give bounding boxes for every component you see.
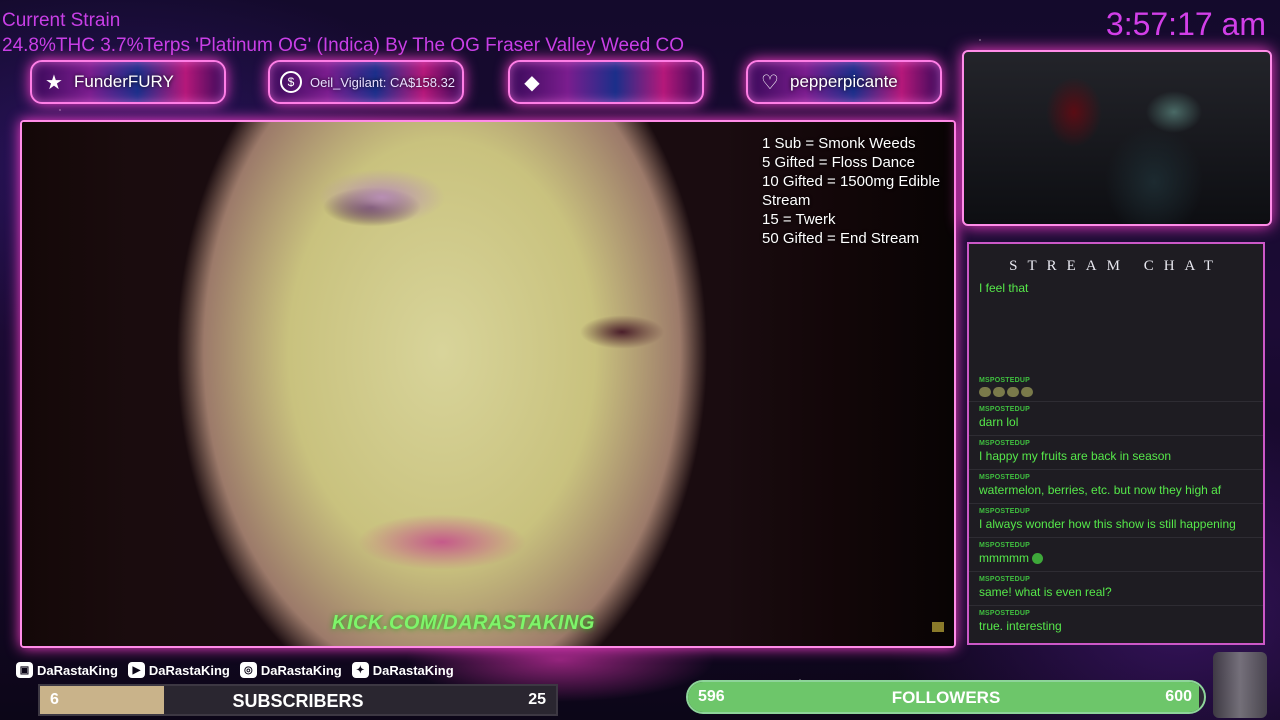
social-handle: DaRastaKing (148, 662, 230, 678)
social-handle: DaRastaKing (37, 662, 118, 678)
chat-message-text: true. interesting (979, 619, 1062, 633)
chat-message: MSPOSTEDUP I always wonder how this show… (969, 504, 1263, 538)
chat-message-text: watermelon, berries, etc. but now they h… (979, 483, 1222, 497)
emote-icon (979, 387, 991, 397)
social-instagram[interactable]: ◎ DaRastaKing (239, 662, 342, 678)
follower-goal-bar: 596 FOLLOWERS 600 (686, 680, 1206, 714)
chat-message: MSPOSTEDUP darn lol (969, 402, 1263, 436)
chat-messages: MSPOSTEDUP MSPOSTEDUP darn lol MSPOSTEDU… (969, 373, 1263, 639)
goal-item: 5 Gifted = Floss Dance (762, 154, 915, 171)
chat-message-body: mmmmm (979, 551, 1029, 565)
diamond-icon: ◆ (524, 71, 540, 94)
chat-username: MSPOSTEDUP (979, 508, 1031, 515)
star-icon: ★ (45, 71, 63, 94)
emote-icon (1021, 387, 1033, 397)
chat-message: MSPOSTEDUP true. interesting (969, 606, 1263, 639)
subscriber-goal-bar: 6 SUBSCRIBERS 25 (38, 684, 558, 716)
video-logo-icon (932, 622, 944, 632)
chat-message-text: same! what is even real? (979, 585, 1112, 599)
clock: 3:57:17 am (1105, 6, 1266, 42)
chat-message-text: I happy my fruits are back in season (979, 449, 1172, 463)
goal-item: Stream (762, 192, 811, 209)
chat-message: MSPOSTEDUP mmmmm (969, 538, 1263, 572)
latest-subscriber-alert: ♡ pepperpicante (746, 60, 942, 104)
emote-icon (1032, 553, 1044, 565)
heart-icon: ♡ (761, 71, 779, 94)
sub-goals-list: 1 Sub = Smonk Weeds 5 Gifted = Floss Dan… (762, 134, 940, 248)
chat-message: MSPOSTEDUP watermelon, berries, etc. but… (969, 470, 1263, 504)
latest-bits-alert: ◆ (508, 60, 704, 104)
subscriber-label: SUBSCRIBERS (232, 691, 364, 711)
chat-message-text: I feel that (979, 281, 1029, 295)
social-handle: DaRastaKing (260, 662, 342, 678)
chat-username: MSPOSTEDUP (979, 576, 1031, 583)
social-youtube[interactable]: ▶ DaRastaKing (127, 662, 230, 678)
goal-item: 15 = Twerk (762, 211, 836, 228)
strain-description: 24.8%THC 3.7%Terps 'Platinum OG' (Indica… (2, 35, 684, 56)
chat-username: MSPOSTEDUP (979, 610, 1031, 617)
follower-label: FOLLOWERS (891, 688, 1001, 707)
chat-message: MSPOSTEDUP same! what is even real? (969, 572, 1263, 606)
goal-item: 50 Gifted = End Stream (762, 230, 920, 247)
social-twitter[interactable]: ✦ DaRastaKing (351, 662, 454, 678)
subscriber-target: 25 (528, 691, 546, 708)
social-twitch[interactable]: ▣ DaRastaKing (16, 662, 118, 678)
alert-text: Oeil_Vigilant: CA$158.32 (310, 74, 456, 90)
chat-message: MSPOSTEDUP I happy my fruits are back in… (969, 436, 1263, 470)
twitch-icon: ▣ (16, 662, 33, 678)
chat-username: MSPOSTEDUP (979, 377, 1031, 384)
social-handle: DaRastaKing (372, 662, 454, 678)
chat-username: MSPOSTEDUP (979, 406, 1031, 413)
alert-text: FunderFURY (74, 72, 174, 91)
latest-donation-alert: $ Oeil_Vigilant: CA$158.32 (268, 60, 464, 104)
chat-message-text: darn lol (979, 415, 1019, 429)
chat-username: MSPOSTEDUP (979, 542, 1031, 549)
follower-target: 600 (1165, 688, 1192, 705)
strain-title: Current Strain (2, 10, 121, 31)
main-video: 1 Sub = Smonk Weeds 5 Gifted = Floss Dan… (20, 120, 956, 648)
stream-chat[interactable]: STREAM CHAT I feel that MSPOSTEDUP MSPOS… (967, 242, 1265, 645)
instagram-icon: ◎ (239, 662, 257, 678)
latest-follower-alert: ★ FunderFURY (30, 60, 226, 104)
goal-item: 1 Sub = Smonk Weeds (762, 135, 916, 152)
goal-item: 10 Gifted = 1500mg Edible (762, 173, 941, 190)
webcam-feed (962, 50, 1272, 226)
dollar-icon: $ (280, 71, 302, 93)
social-links: ▣ DaRastaKing ▶ DaRastaKing ◎ DaRastaKing ✦… (16, 662, 454, 678)
chat-message-text: I always wonder how this show is still h… (979, 517, 1236, 531)
emote-icon (993, 387, 1005, 397)
emote-icon (1007, 387, 1019, 397)
chat-username: MSPOSTEDUP (979, 440, 1031, 447)
twitter-icon: ✦ (351, 662, 369, 678)
emote-row (979, 384, 1253, 397)
tip-jar-icon (1213, 652, 1267, 718)
chat-message: MSPOSTEDUP (969, 373, 1263, 402)
kick-url: KICK.COM/DARASTAKING (332, 612, 595, 634)
alert-text: pepperpicante (790, 72, 898, 91)
chat-message-text: mmmmm (979, 549, 1253, 567)
youtube-icon: ▶ (127, 662, 145, 678)
chat-username: MSPOSTEDUP (979, 474, 1031, 481)
